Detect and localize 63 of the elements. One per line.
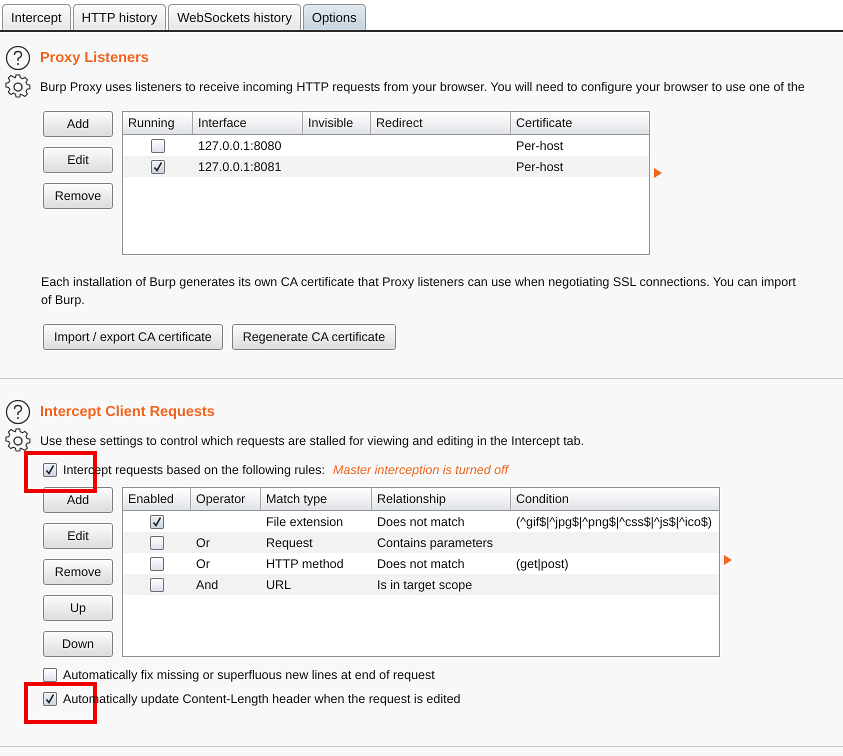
table-cell: Or — [196, 556, 210, 570]
checkbox[interactable] — [151, 138, 165, 152]
column-header[interactable]: Certificate — [511, 112, 649, 134]
checkbox[interactable] — [43, 692, 57, 706]
table-cell: (^gif$|^jpg$|^png$|^css$|^js$|^ico$) — [516, 514, 712, 528]
column-header[interactable]: Redirect — [371, 112, 511, 134]
table-cell-text: Per-host — [515, 138, 564, 152]
ca-note-text: of Burp. — [41, 293, 86, 307]
table-cell-text: Does not match — [376, 514, 466, 528]
column-header[interactable]: Invisible — [303, 112, 371, 134]
column-header[interactable]: Relationship — [372, 488, 511, 510]
table-cell-text: HTTP method — [265, 556, 345, 570]
action-button[interactable]: Up — [43, 595, 113, 621]
section-title: Proxy Listeners — [40, 50, 149, 66]
column-header[interactable]: Match type — [261, 488, 372, 510]
column-header[interactable]: Interface — [193, 112, 303, 134]
checkbox[interactable] — [150, 556, 164, 570]
column-header[interactable]: Enabled — [123, 488, 191, 510]
table-cell: And — [196, 578, 218, 592]
help-icon[interactable] — [5, 398, 31, 424]
column-header[interactable]: Running — [123, 112, 193, 134]
settings-icon[interactable] — [5, 428, 31, 454]
tab[interactable]: Intercept — [2, 4, 71, 30]
action-button[interactable]: Down — [43, 631, 113, 657]
ca-certificate-button[interactable]: Import / export CA certificate — [43, 324, 223, 350]
ca-certificate-button[interactable]: Regenerate CA certificate — [232, 324, 396, 350]
column-header[interactable]: Operator — [191, 488, 261, 510]
checkbox[interactable] — [150, 578, 164, 592]
settings-icon[interactable] — [5, 74, 31, 100]
column-header[interactable]: Condition — [511, 488, 719, 510]
checkbox[interactable] — [150, 514, 164, 528]
section-description: Use these settings to control which requests are stalled for viewing and editing in the Intercept tab. — [40, 434, 584, 448]
checkbox[interactable] — [43, 463, 57, 477]
table-cell-text: File extension — [265, 514, 344, 528]
expand-arrow-icon[interactable] — [654, 168, 662, 178]
table-cell-text: 127.0.0.1:8080 — [197, 138, 282, 152]
action-button[interactable]: Edit — [43, 147, 113, 173]
action-button[interactable]: Edit — [43, 523, 113, 549]
checkbox[interactable] — [150, 536, 164, 550]
table-cell-text: Contains parameters — [376, 536, 494, 550]
section-title: Intercept Client Requests — [40, 404, 215, 420]
action-button[interactable]: Remove — [43, 183, 113, 209]
tab[interactable]: Options — [302, 4, 366, 30]
checkbox[interactable] — [43, 668, 57, 682]
checkbox-label[interactable]: Automatically fix missing or superfluous new lines at end of request — [63, 668, 435, 682]
action-button[interactable]: Remove — [43, 559, 113, 585]
section-description: Burp Proxy uses listeners to receive incoming HTTP requests from your browser. You will need to configure your browser to use one of the — [40, 80, 805, 94]
table-cell-text: Per-host — [515, 160, 564, 174]
table-cell: Or — [196, 536, 210, 550]
status-message: Master interception is turned off — [332, 463, 508, 477]
table-cell-text: URL — [265, 578, 292, 592]
expand-arrow-icon[interactable] — [724, 555, 732, 565]
checkbox[interactable] — [151, 160, 165, 174]
help-icon[interactable] — [5, 44, 31, 70]
table-cell-text: Is in target scope — [376, 578, 474, 592]
tab[interactable]: HTTP history — [72, 4, 166, 30]
table-cell-text: Request — [265, 536, 314, 550]
table-cell: (get|post) — [516, 556, 569, 570]
action-button[interactable]: Add — [43, 111, 113, 137]
tab[interactable]: WebSockets history — [168, 4, 301, 30]
ca-note-text: Each installation of Burp generates its own CA certificate that Proxy listeners can use when negotiating SSL connections. You can import — [41, 275, 797, 289]
table-cell-text: Does not match — [376, 556, 466, 570]
table-cell-text: 127.0.0.1:8081 — [197, 160, 282, 174]
